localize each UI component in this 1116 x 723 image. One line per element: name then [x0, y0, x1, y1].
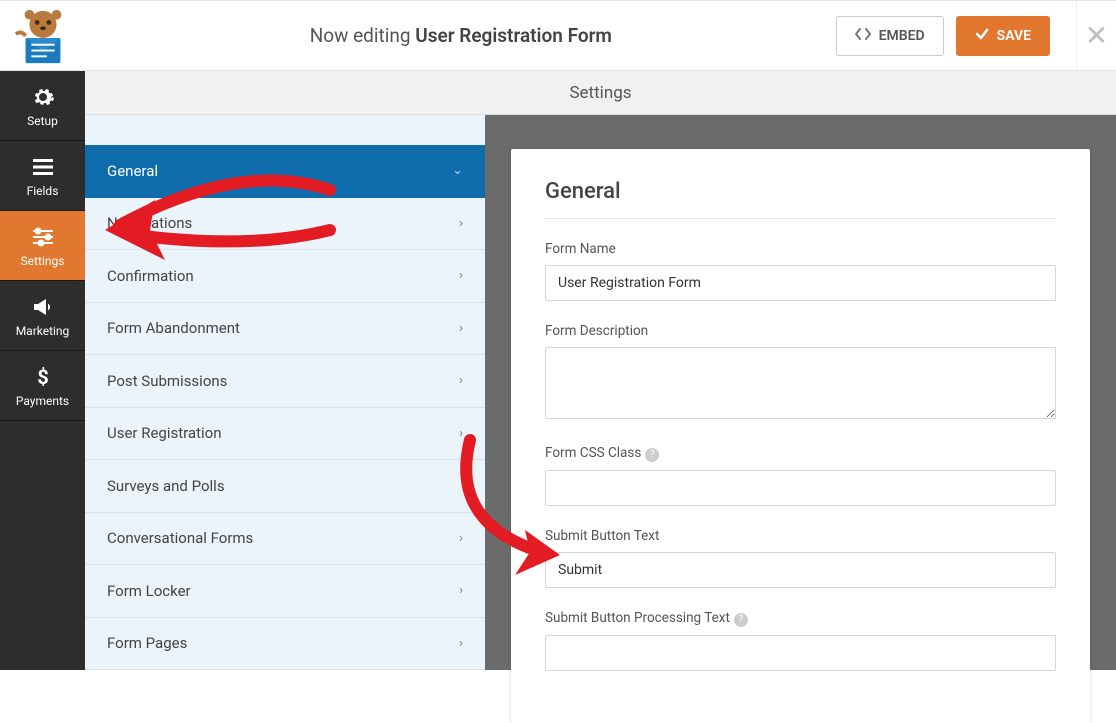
form-description-label: Form Description	[545, 323, 1056, 339]
close-button[interactable]: ✕	[1076, 1, 1116, 71]
list-icon	[30, 154, 56, 180]
chevron-right-icon: ›	[459, 216, 463, 231]
form-css-class-input[interactable]	[545, 470, 1056, 506]
nav-label: Payments	[16, 394, 69, 408]
form-description-input[interactable]	[545, 347, 1056, 419]
editing-title: Now editing User Registration Form	[86, 24, 836, 47]
submenu-label: User Registration	[107, 424, 222, 442]
topbar: Now editing User Registration Form EMBED…	[0, 1, 1116, 71]
code-icon	[855, 27, 871, 45]
submenu-user-registration[interactable]: User Registration ›	[85, 408, 485, 461]
save-button[interactable]: SAVE	[956, 16, 1050, 56]
submenu-post-submissions[interactable]: Post Submissions ›	[85, 355, 485, 408]
nav-label: Setup	[27, 114, 58, 128]
panel-heading: General	[545, 179, 1056, 219]
nav-label: Settings	[21, 254, 65, 268]
settings-canvas: General Form Name Form Description Form …	[485, 115, 1116, 670]
help-icon[interactable]: ?	[734, 613, 748, 627]
submenu-general[interactable]: General ⌄	[85, 145, 485, 198]
submit-button-text-label: Submit Button Text	[545, 528, 1056, 544]
submenu-label: Confirmation	[107, 267, 194, 285]
nav-fields[interactable]: Fields	[0, 141, 85, 211]
form-name-input[interactable]	[545, 265, 1056, 301]
chevron-right-icon: ›	[459, 636, 463, 651]
check-icon	[975, 27, 989, 45]
form-css-class-label: Form CSS Class?	[545, 445, 1056, 462]
nav-setup[interactable]: Setup	[0, 71, 85, 141]
submenu-label: Form Pages	[107, 634, 187, 652]
gear-icon	[30, 84, 56, 110]
submenu-form-abandonment[interactable]: Form Abandonment ›	[85, 303, 485, 356]
help-icon[interactable]: ?	[645, 448, 659, 462]
svg-text:$: $	[37, 365, 48, 389]
submenu-label: General	[107, 162, 158, 180]
save-label: SAVE	[997, 28, 1031, 44]
submenu-conversational-forms[interactable]: Conversational Forms ›	[85, 513, 485, 566]
chevron-right-icon: ›	[459, 583, 463, 598]
nav-label: Marketing	[16, 324, 70, 338]
wpforms-logo	[12, 5, 74, 67]
chevron-down-icon: ⌄	[452, 163, 463, 178]
submenu-notifications[interactable]: Notifications ›	[85, 198, 485, 251]
bullhorn-icon	[30, 294, 56, 320]
nav-rail: Setup Fields Settings Marketing $ Payments	[0, 71, 85, 670]
chevron-right-icon: ›	[459, 426, 463, 441]
form-name-label: Form Name	[545, 241, 1056, 257]
nav-payments[interactable]: $ Payments	[0, 351, 85, 421]
chevron-right-icon: ›	[459, 268, 463, 283]
page-title: Settings	[85, 71, 1116, 115]
nav-label: Fields	[27, 184, 59, 198]
submenu-label: Conversational Forms	[107, 529, 253, 547]
embed-button[interactable]: EMBED	[836, 16, 944, 56]
submenu-label: Surveys and Polls	[107, 477, 225, 495]
submenu-form-locker[interactable]: Form Locker ›	[85, 565, 485, 618]
dollar-icon: $	[30, 364, 56, 390]
submenu-confirmation[interactable]: Confirmation ›	[85, 250, 485, 303]
general-panel: General Form Name Form Description Form …	[511, 149, 1090, 723]
title-prefix: Now editing	[310, 24, 416, 47]
chevron-right-icon: ›	[459, 531, 463, 546]
submit-processing-text-label: Submit Button Processing Text?	[545, 610, 1056, 627]
nav-marketing[interactable]: Marketing	[0, 281, 85, 351]
submenu-surveys-and-polls[interactable]: Surveys and Polls	[85, 460, 485, 513]
submenu-label: Notifications	[107, 214, 192, 232]
chevron-right-icon: ›	[459, 373, 463, 388]
submenu-label: Post Submissions	[107, 372, 227, 390]
submenu-label: Form Abandonment	[107, 319, 240, 337]
sliders-icon	[30, 224, 56, 250]
chevron-right-icon: ›	[459, 321, 463, 336]
submenu-form-pages[interactable]: Form Pages ›	[85, 618, 485, 671]
submit-button-text-input[interactable]	[545, 552, 1056, 588]
nav-settings[interactable]: Settings	[0, 211, 85, 281]
submit-processing-text-input[interactable]	[545, 635, 1056, 671]
embed-label: EMBED	[879, 28, 925, 44]
settings-submenu: General⌄Notifications›Confirmation›Form …	[85, 115, 485, 670]
form-name-title: User Registration Form	[415, 24, 612, 47]
submenu-label: Form Locker	[107, 582, 191, 600]
